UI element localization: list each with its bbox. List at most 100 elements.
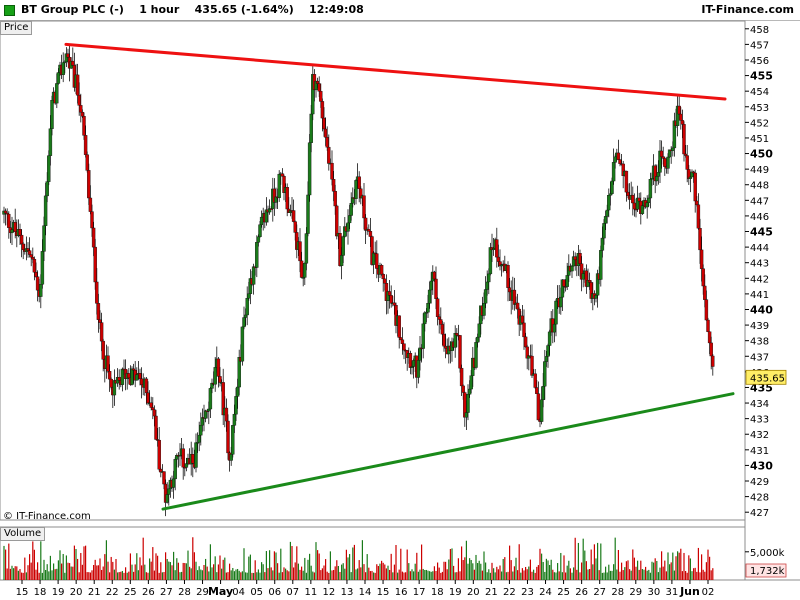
volume-bar bbox=[421, 544, 423, 580]
volume-bar bbox=[110, 556, 112, 580]
candle-body bbox=[96, 303, 101, 320]
x-tick-label: 21 bbox=[485, 587, 498, 598]
candle-body bbox=[29, 254, 33, 258]
candle-body bbox=[146, 392, 150, 404]
price-plot-area[interactable] bbox=[0, 20, 746, 521]
volume-bar bbox=[193, 552, 195, 580]
volume-bar bbox=[150, 561, 152, 580]
candle-body bbox=[594, 295, 598, 299]
candle-body bbox=[429, 280, 433, 291]
candle-body bbox=[421, 323, 425, 349]
volume-bar bbox=[270, 567, 272, 580]
volume-bar bbox=[241, 571, 243, 580]
volume-bar bbox=[707, 549, 709, 580]
volume-bar bbox=[13, 568, 15, 580]
volume-bar bbox=[488, 569, 490, 580]
candle-body bbox=[647, 197, 651, 203]
candle-body bbox=[32, 258, 37, 273]
volume-bar bbox=[272, 570, 274, 580]
candle-body bbox=[229, 454, 233, 461]
volume-bar bbox=[557, 563, 559, 580]
chart-canvas[interactable]: 4274284294304314324334344354364374384394… bbox=[0, 0, 800, 600]
volume-bar bbox=[376, 564, 378, 580]
candle-body bbox=[173, 459, 177, 480]
candle-body bbox=[152, 409, 157, 417]
candle-body bbox=[139, 378, 144, 386]
volume-bar bbox=[539, 548, 541, 580]
volume-bar bbox=[328, 572, 330, 580]
volume-bar bbox=[368, 567, 370, 580]
candle-body bbox=[39, 284, 43, 297]
candle-body bbox=[688, 176, 693, 179]
candle-body bbox=[330, 162, 334, 180]
volume-bar bbox=[251, 572, 253, 580]
y-tick-label: 452 bbox=[750, 118, 769, 129]
volume-bar bbox=[137, 570, 139, 580]
volume-bar bbox=[510, 560, 512, 580]
volume-bar bbox=[134, 564, 136, 580]
volume-bar bbox=[699, 572, 701, 580]
volume-bar bbox=[613, 564, 615, 580]
candle-body bbox=[357, 176, 361, 189]
volume-bar bbox=[574, 537, 576, 580]
volume-bar bbox=[240, 572, 242, 580]
volume-bar bbox=[512, 571, 514, 580]
volume-bar bbox=[621, 562, 623, 580]
volume-bar bbox=[206, 566, 208, 580]
candle-body bbox=[75, 74, 80, 96]
y-tick-label: 427 bbox=[750, 508, 769, 519]
volume-bar bbox=[222, 559, 224, 580]
volume-bar bbox=[259, 572, 261, 580]
candle-body bbox=[389, 295, 393, 304]
volume-bar bbox=[43, 559, 45, 580]
volume-bar bbox=[427, 570, 429, 580]
candle-body bbox=[512, 289, 517, 305]
candle-body bbox=[243, 314, 248, 318]
volume-bar bbox=[80, 552, 82, 580]
candle-body bbox=[469, 375, 473, 390]
candle-body bbox=[56, 72, 61, 84]
volume-bar bbox=[566, 565, 568, 580]
candle-body bbox=[709, 342, 713, 357]
volume-bar bbox=[37, 562, 39, 580]
volume-bar bbox=[45, 569, 47, 580]
volume-bar bbox=[630, 570, 632, 580]
volume-bar bbox=[509, 545, 511, 580]
candle-body bbox=[255, 242, 259, 268]
candle-body bbox=[130, 368, 134, 385]
volume-bar bbox=[453, 565, 455, 580]
volume-bar bbox=[560, 552, 562, 580]
candle-body bbox=[520, 315, 525, 324]
volume-bar bbox=[168, 561, 170, 580]
volume-bar bbox=[248, 556, 250, 580]
candle-body bbox=[522, 322, 526, 338]
volume-bar bbox=[41, 572, 43, 580]
volume-bar bbox=[91, 570, 93, 580]
volume-bar bbox=[320, 570, 322, 580]
candle-body bbox=[565, 275, 569, 287]
candle-body bbox=[703, 285, 707, 300]
x-tick-label: 20 bbox=[467, 587, 480, 598]
candle-body bbox=[616, 152, 621, 160]
candle-body bbox=[82, 116, 86, 136]
x-tick-label: Jun bbox=[679, 585, 700, 598]
volume-bar bbox=[267, 568, 269, 580]
volume-bar bbox=[369, 571, 371, 580]
candle-body bbox=[138, 373, 142, 379]
volume-bar bbox=[635, 566, 637, 580]
x-tick-label: 29 bbox=[196, 587, 209, 598]
volume-bar bbox=[35, 569, 37, 580]
volume-bar bbox=[230, 570, 232, 580]
volume-bar bbox=[296, 546, 298, 580]
price-panel-label: Price bbox=[0, 21, 33, 35]
volume-bar bbox=[139, 557, 141, 580]
volume-bar bbox=[710, 570, 712, 580]
candle-body bbox=[695, 200, 699, 206]
volume-bar bbox=[667, 552, 669, 580]
volume-bar bbox=[107, 561, 109, 580]
candle-body bbox=[487, 273, 491, 283]
volume-bar bbox=[61, 563, 63, 580]
candle-body bbox=[117, 377, 121, 381]
volume-bar bbox=[88, 572, 90, 580]
volume-bar bbox=[73, 545, 75, 580]
